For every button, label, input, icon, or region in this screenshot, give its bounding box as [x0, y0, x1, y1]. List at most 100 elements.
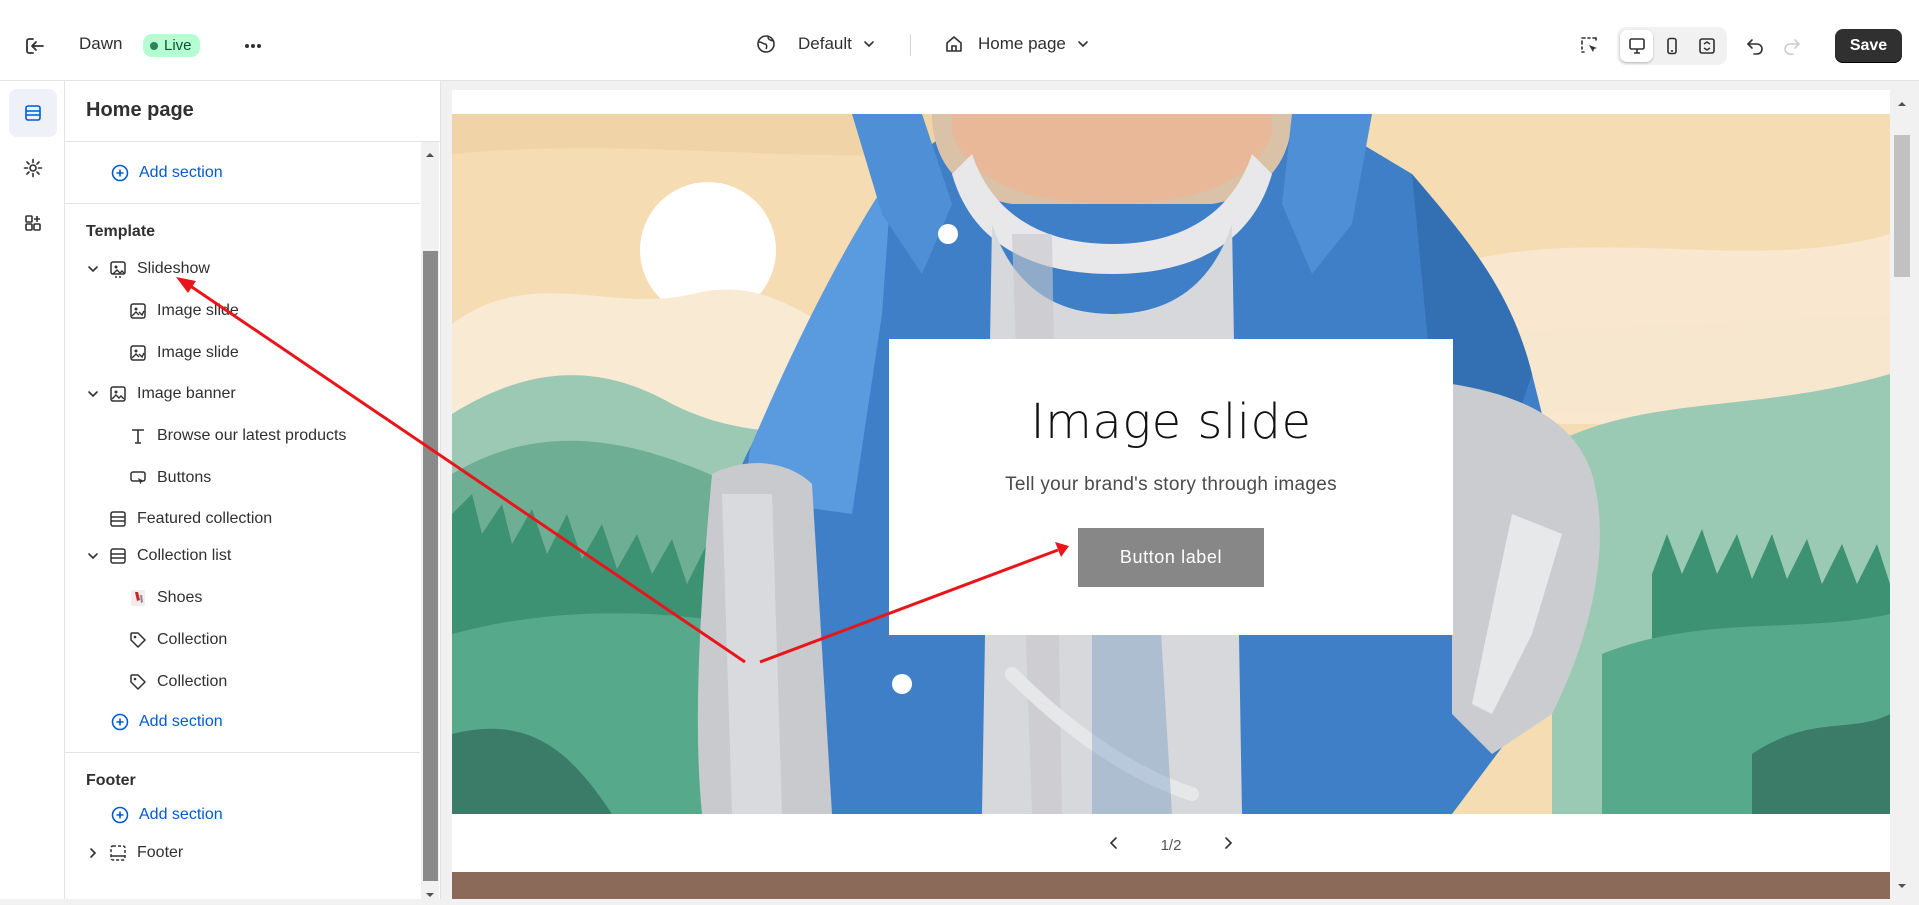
fullscreen-view-button[interactable] — [1691, 30, 1724, 62]
add-section-button[interactable]: Add section — [110, 805, 223, 825]
save-button[interactable]: Save — [1835, 29, 1902, 63]
section-icon — [108, 546, 128, 566]
add-section-label: Add section — [139, 713, 223, 730]
footer-group-label: Footer — [86, 772, 136, 789]
image-icon — [108, 384, 128, 404]
page-selector[interactable]: Home page — [944, 34, 1090, 54]
panel-scrollbar-thumb[interactable] — [423, 251, 438, 881]
footer-icon — [108, 843, 128, 863]
scroll-up-icon[interactable] — [423, 147, 437, 165]
item-label: Collection — [157, 631, 228, 648]
item-label: Browse our latest products — [157, 427, 347, 444]
section-icon — [108, 509, 128, 529]
plus-circle-icon — [110, 163, 130, 183]
next-slide-button[interactable] — [1221, 836, 1235, 855]
chevron-down-icon[interactable] — [86, 549, 100, 563]
slide-text-card: Image slide Tell your brand's story thro… — [889, 339, 1453, 635]
slide-heading[interactable]: Image slide — [889, 394, 1453, 450]
block-item-image-slide[interactable]: Image slide — [128, 343, 239, 363]
add-section-label: Add section — [139, 164, 223, 181]
theme-settings-button[interactable] — [9, 144, 57, 192]
slide-cta-button[interactable]: Button label — [1078, 528, 1264, 587]
apps-icon — [25, 215, 41, 231]
redo-icon — [1784, 39, 1800, 55]
block-item-buttons[interactable]: Buttons — [128, 468, 211, 488]
block-item-image-slide[interactable]: Image slide — [128, 301, 239, 321]
add-section-button[interactable]: Add section — [110, 712, 223, 732]
mobile-view-button[interactable] — [1655, 30, 1688, 62]
sections-panel: Home page Add section Template Slideshow… — [65, 81, 441, 899]
block-item-shoes[interactable]: Shoes — [128, 588, 202, 608]
chevron-down-icon — [1076, 37, 1090, 51]
undo-button[interactable] — [1745, 36, 1765, 56]
mobile-icon — [1667, 37, 1677, 55]
desktop-view-button[interactable] — [1620, 30, 1654, 62]
item-label: Slideshow — [137, 260, 210, 277]
topbar-divider — [910, 34, 911, 56]
device-toggle — [1617, 27, 1727, 65]
section-item-image-banner[interactable]: Image banner — [108, 384, 236, 404]
sections-button[interactable] — [9, 89, 57, 137]
chevron-left-icon — [1109, 836, 1117, 849]
scroll-up-icon[interactable] — [1895, 96, 1909, 114]
plus-circle-icon — [110, 805, 130, 825]
item-label: Collection — [157, 673, 228, 690]
divider — [65, 203, 420, 204]
undo-icon — [1747, 39, 1763, 55]
preview-canvas: Image slide Tell your brand's story thro… — [452, 90, 1890, 899]
slideshow-icon — [108, 259, 128, 279]
chevron-right-icon[interactable] — [86, 846, 100, 860]
block-item-collection[interactable]: Collection — [128, 672, 227, 692]
section-item-featured-collection[interactable]: Featured collection — [108, 509, 272, 529]
theme-selector[interactable]: Default — [756, 34, 876, 54]
theme-selector-label: Default — [798, 34, 852, 53]
button-icon — [128, 468, 148, 488]
image-slide-icon — [128, 343, 148, 363]
item-label: Image banner — [137, 385, 236, 402]
slideshow-pager: 1/2 — [452, 820, 1890, 870]
sections-icon — [25, 105, 41, 121]
product-thumbnail — [128, 588, 148, 608]
plus-circle-icon — [110, 712, 130, 732]
scroll-down-icon[interactable] — [1895, 878, 1909, 896]
section-item-slideshow[interactable]: Slideshow — [108, 259, 210, 279]
item-label: Image slide — [157, 344, 239, 361]
slide-subheading[interactable]: Tell your brand's story through images — [889, 474, 1453, 496]
panel-title: Home page — [86, 99, 194, 121]
apps-button[interactable] — [9, 199, 57, 247]
more-actions-button[interactable] — [243, 36, 263, 56]
section-item-footer[interactable]: Footer — [108, 843, 183, 863]
redo-button[interactable] — [1782, 36, 1802, 56]
home-icon — [944, 34, 964, 54]
preview-scrollbar-thumb[interactable] — [1894, 135, 1910, 277]
status-badge: Live — [143, 34, 200, 57]
add-section-button[interactable]: Add section — [110, 163, 223, 183]
chevron-down-icon — [862, 37, 876, 51]
status-dot — [150, 41, 158, 50]
gear-icon — [23, 158, 43, 178]
tag-icon — [128, 630, 148, 650]
more-icon — [245, 44, 261, 48]
previous-slide-button[interactable] — [1107, 836, 1121, 855]
add-section-label: Add section — [139, 806, 223, 823]
item-label: Footer — [137, 844, 184, 861]
chevron-down-icon[interactable] — [86, 262, 100, 276]
slideshow-hero-image[interactable]: Image slide Tell your brand's story thro… — [452, 114, 1890, 814]
status-badge-label: Live — [164, 37, 192, 54]
text-icon — [128, 426, 148, 446]
exit-icon[interactable] — [24, 35, 46, 57]
desktop-icon — [1628, 38, 1645, 54]
inspector-button[interactable] — [1580, 36, 1600, 56]
template-group-label: Template — [86, 223, 156, 240]
block-item-text[interactable]: Browse our latest products — [128, 426, 346, 446]
block-item-collection[interactable]: Collection — [128, 630, 227, 650]
item-label: Featured collection — [137, 510, 273, 527]
item-label: Buttons — [157, 469, 212, 486]
divider — [65, 752, 420, 753]
chevron-down-icon[interactable] — [86, 387, 100, 401]
item-label: Image slide — [157, 302, 239, 319]
divider — [65, 141, 440, 142]
section-item-collection-list[interactable]: Collection list — [108, 546, 231, 566]
next-section-preview — [452, 872, 1890, 899]
scroll-down-icon[interactable] — [423, 887, 437, 905]
